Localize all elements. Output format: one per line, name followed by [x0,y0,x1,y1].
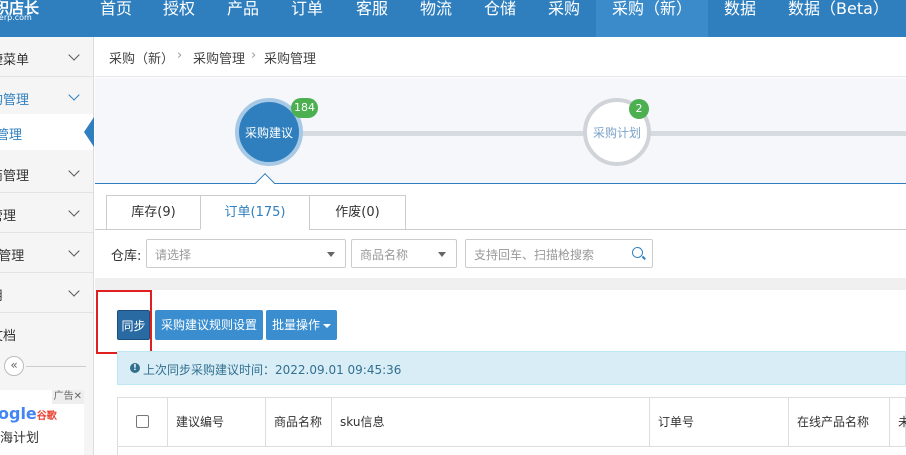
logo[interactable]: 积店长 oerp.com [0,0,50,37]
search-field-select[interactable]: 商品名称 [351,239,457,268]
collapse-sidebar-icon[interactable]: « [4,356,24,376]
last-sync-info: ! 上次同步采购建议时间：2022.09.01 09:45:36 [117,351,906,385]
step-label: 采购建议 [244,126,293,140]
last-sync-text: 上次同步采购建议时间：2022.09.01 09:45:36 [143,363,402,377]
search-field-value: 商品名称 [360,248,409,262]
table-row [117,447,906,455]
nav-item-purchase[interactable]: 采购 [540,0,596,37]
progress-steps: 采购建议 184 采购计划 2 [95,78,906,193]
step-count-badge: 2 [629,99,649,119]
chevron-down-icon [68,245,80,257]
active-step-pointer [255,173,275,193]
sidebar-item-label: 文档 [0,329,17,344]
sidebar-item-supplier-management[interactable]: 商管理 [0,153,93,193]
nav-item-home[interactable]: 首页 [92,0,154,37]
active-marker [84,117,94,147]
ad-text: 海计划 [0,431,40,446]
sidebar-item-8-management[interactable]: 8管理 [0,233,93,273]
sidebar-subitem-purchase-management[interactable]: 管理 [0,114,94,150]
logo-domain: oerp.com [0,13,32,22]
warehouse-select[interactable]: 请选择 [146,239,346,268]
nav-item-purchase-new[interactable]: 采购（新） [596,0,708,37]
divider [26,366,86,367]
ad-brand: ogle谷歌 [0,404,57,423]
search-icon[interactable] [632,247,643,258]
sidebar-item-quick-menu[interactable]: 捷菜单 [0,37,93,77]
column-truncated[interactable]: 未 [890,398,906,446]
warehouse-placeholder: 请选择 [155,248,192,262]
search-placeholder: 支持回车、扫描枪搜索 [474,248,595,262]
select-all-cell [118,398,168,446]
sidebar-item-purchase-management[interactable]: 购管理 [0,77,93,117]
sidebar-item-usage[interactable]: 用 [0,273,93,313]
sidebar-item-label: 用 [0,285,3,304]
column-online-product-name[interactable]: 在线产品名称 [789,398,890,446]
sidebar-item-label: 商管理 [0,169,30,184]
batch-operations-label: 批量操作 [271,318,320,332]
column-sku-info[interactable]: sku信息 [332,398,650,446]
caret-down-icon [438,252,446,257]
sidebar-item-management[interactable]: 管理 [0,193,93,233]
breadcrumb-item: 采购管理 [264,52,317,67]
info-icon: ! [130,363,140,373]
select-all-checkbox[interactable] [136,415,149,428]
suggestion-rules-button[interactable]: 采购建议规则设置 [155,310,263,340]
tab-inventory[interactable]: 库存(9) [106,195,201,230]
tab-voided[interactable]: 作废(0) [309,195,406,230]
warehouse-label: 仓库: [111,249,142,264]
sidebar-item-label: 管理 [0,209,17,224]
tab-orders[interactable]: 订单(175) [200,195,310,230]
caret-down-icon [327,252,335,257]
column-product-name[interactable]: 商品名称 [266,398,332,446]
nav-item-product[interactable]: 产品 [219,0,273,37]
nav-item-warehouse[interactable]: 仓储 [476,0,530,37]
table-header: 建议编号 商品名称 sku信息 订单号 在线产品名称 未 [117,397,906,447]
column-suggestion-id[interactable]: 建议编号 [168,398,266,446]
batch-operations-button[interactable]: 批量操作 [266,310,337,340]
sidebar-subitem-label: 管理 [0,128,23,143]
chevron-down-icon [68,285,80,297]
sidebar-item-label: 捷菜单 [0,53,30,68]
breadcrumb-separator: › [251,48,257,63]
breadcrumb: 采购（新） › 采购管理 › 采购管理 [95,37,906,77]
nav-item-service[interactable]: 客服 [348,0,402,37]
chevron-down-icon [68,89,80,101]
ad-tag[interactable]: 广告✕ [51,390,84,404]
sidebar-item-label: 8管理 [0,249,25,264]
nav-item-order[interactable]: 订单 [283,0,337,37]
top-nav: 积店长 oerp.com 首页 授权 产品 订单 客服 物流 仓储 采购 采购（… [0,0,906,37]
chevron-down-icon [68,205,80,217]
search-input[interactable]: 支持回车、扫描枪搜索 [465,239,653,268]
breadcrumb-separator: › [177,48,183,63]
nav-item-logistics[interactable]: 物流 [412,0,466,37]
sidebar-item-docs[interactable]: 文档 [0,313,93,353]
step-label: 采购计划 [592,126,641,140]
highlight-box [96,290,152,354]
breadcrumb-item[interactable]: 采购管理 [193,48,245,67]
section-gap [95,278,906,290]
caret-down-icon [323,323,331,328]
breadcrumb-item[interactable]: 采购（新） [109,48,174,67]
column-order-number[interactable]: 订单号 [650,398,789,446]
nav-item-data[interactable]: 数据 [716,0,776,37]
nav-item-data-beta[interactable]: 数据（Beta） [780,0,900,37]
chevron-down-icon [68,49,80,61]
sidebar: 捷菜单 购管理 管理 商管理 管理 8管理 用 文档 « 广告✕ ogle谷歌 … [0,37,94,455]
nav-item-auth[interactable]: 授权 [155,0,205,37]
chevron-down-icon [68,165,80,177]
ad-banner[interactable]: 广告✕ ogle谷歌 海计划 [0,390,84,455]
sidebar-item-label: 购管理 [0,93,30,108]
step-count-badge: 184 [291,98,318,118]
